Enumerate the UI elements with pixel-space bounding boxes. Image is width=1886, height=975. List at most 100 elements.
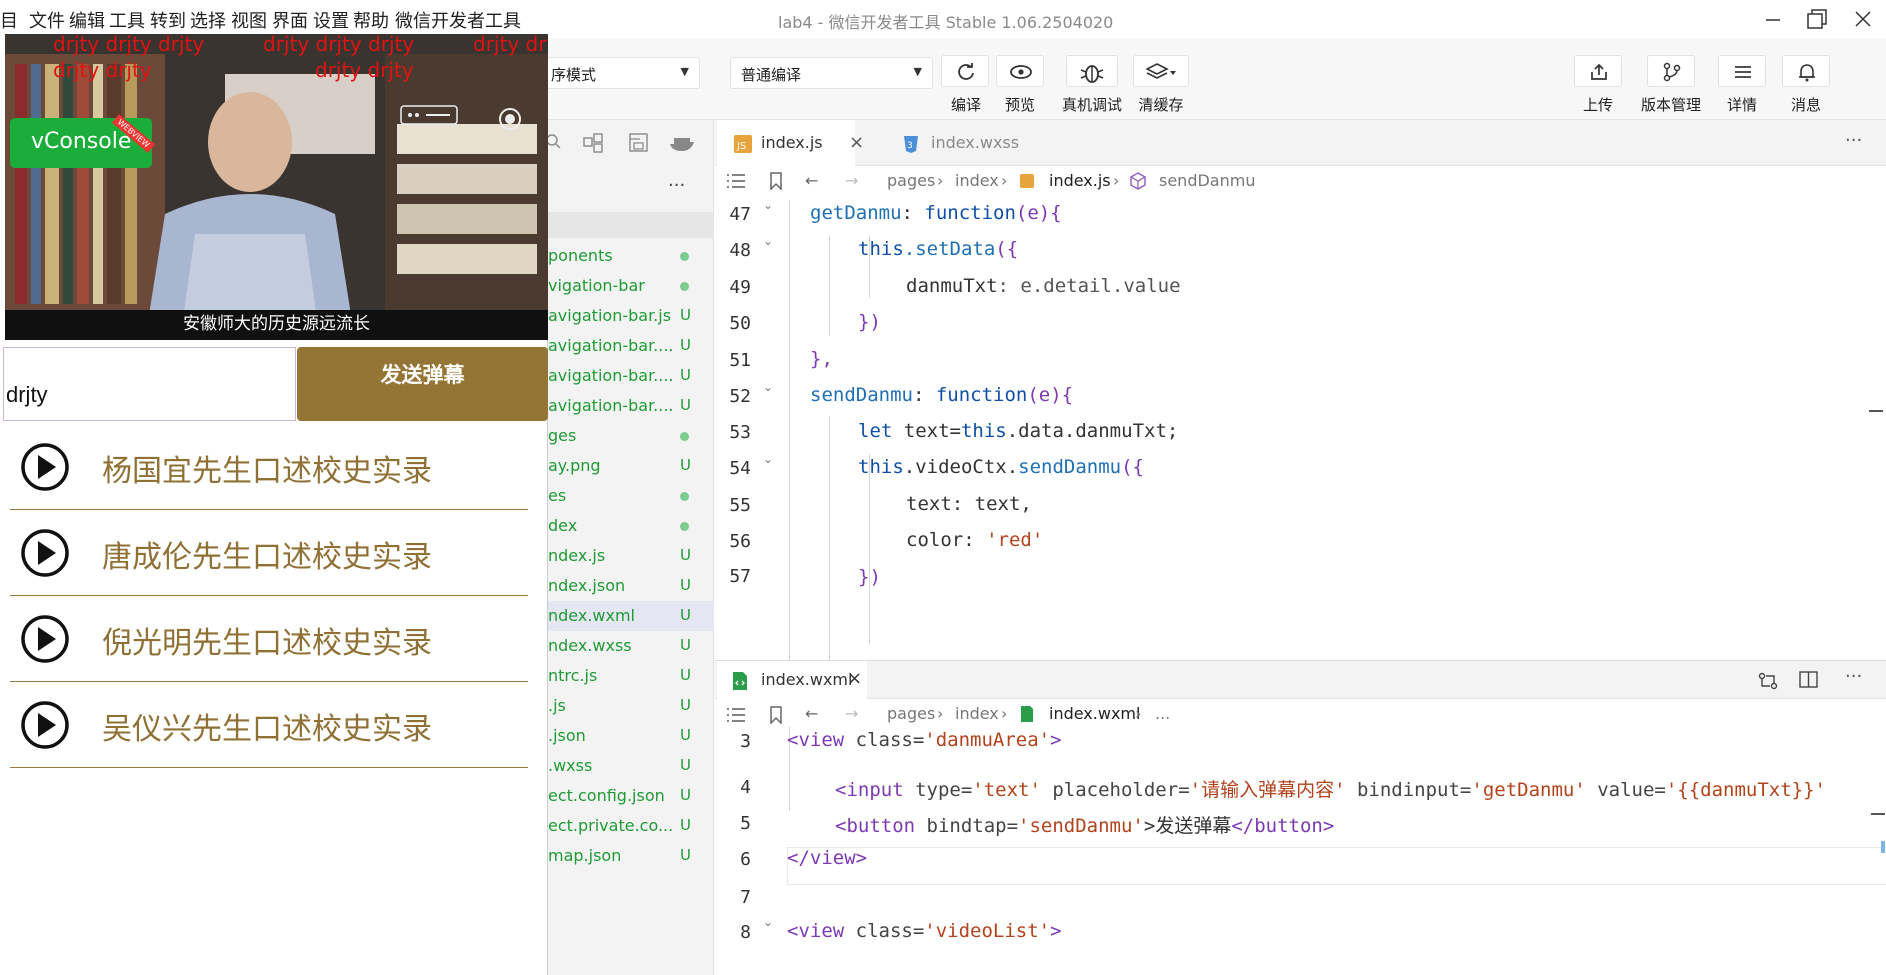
bookmark-icon[interactable] [769, 172, 783, 190]
fold-chevron-icon[interactable]: ⌄ [763, 198, 773, 212]
details-button[interactable] [1718, 55, 1766, 87]
close-tab-icon[interactable]: × [849, 132, 864, 153]
menu-item-interface[interactable]: 界面 [272, 7, 308, 33]
menu-item-help[interactable]: 帮助 [353, 7, 389, 33]
upload-button[interactable] [1574, 55, 1622, 87]
breadcrumb-item[interactable]: ... [1155, 704, 1170, 723]
file-item[interactable]: avigation-bar.... U [548, 391, 714, 421]
compile-mode-select[interactable]: 普通编译 ▼ [730, 57, 933, 89]
menu-item-project[interactable]: 目 [0, 7, 18, 33]
tab-index-wxss[interactable]: 3 index.wxss [887, 120, 1047, 166]
file-item[interactable]: ndex.js U [548, 541, 714, 571]
list-item[interactable]: 唐成伦先生口述校史实录 [10, 510, 528, 596]
breadcrumb-item[interactable]: index [955, 704, 999, 723]
minimize-button[interactable] [1752, 4, 1792, 34]
new-file-icon[interactable] [582, 132, 604, 154]
file-item[interactable]: ay.png U [548, 451, 714, 481]
file-item[interactable]: ndex.wxss U [548, 631, 714, 661]
fold-chevron-icon[interactable]: ⌄ [763, 234, 773, 248]
mode-select[interactable]: 序模式 ▼ [540, 57, 700, 89]
breadcrumb-item[interactable]: index.js [1049, 171, 1111, 190]
breadcrumb-item[interactable]: index.wxml [1049, 704, 1140, 723]
forward-arrow-icon[interactable]: → [845, 171, 858, 190]
video-player[interactable]: drjty drjty drjty drjty drjty drjty drjt… [5, 34, 548, 340]
tab-index-js[interactable]: JS index.js × [717, 120, 864, 166]
file-item[interactable]: avigation-bar.js U [548, 301, 714, 331]
file-item[interactable]: .json U [548, 721, 714, 751]
fold-chevron-icon[interactable]: ⌄ [763, 452, 773, 466]
menu-item-select[interactable]: 选择 [190, 7, 226, 33]
menu-item-goto[interactable]: 转到 [150, 7, 186, 33]
file-item[interactable]: es [548, 481, 714, 511]
scrollbar-marker[interactable] [1871, 813, 1885, 815]
close-tab-icon[interactable]: × [847, 668, 862, 689]
vconsole-button[interactable]: vConsole WEBVIEW [10, 114, 156, 168]
menu-item-view[interactable]: 视图 [231, 7, 267, 33]
danmu-toggle-icon[interactable] [400, 102, 460, 128]
breadcrumb-item[interactable]: index [955, 171, 999, 190]
file-item[interactable]: avigation-bar.... U [548, 361, 714, 391]
menu-item-tools[interactable]: 工具 [109, 7, 145, 33]
file-item[interactable]: avigation-bar.... U [548, 331, 714, 361]
forward-arrow-icon[interactable]: → [845, 704, 858, 723]
tab-index-wxml[interactable]: index.wxml × [717, 661, 867, 699]
compare-changes-icon[interactable] [1757, 671, 1779, 691]
editor-more-button[interactable]: ··· [1845, 666, 1862, 687]
scrollbar-marker[interactable] [1881, 841, 1885, 853]
back-arrow-icon[interactable]: ← [805, 171, 818, 190]
scrollbar-marker[interactable] [1869, 410, 1883, 412]
file-item[interactable]: ndex.wxml U [548, 601, 714, 631]
search-icon[interactable] [548, 132, 564, 152]
file-item[interactable]: .wxss U [548, 751, 714, 781]
back-arrow-icon[interactable]: ← [805, 704, 818, 723]
list-icon[interactable] [727, 707, 745, 723]
indent-guide [789, 200, 790, 660]
git-status-badge: U [680, 666, 691, 684]
fullscreen-icon[interactable] [497, 106, 523, 132]
menu-item-wechat-devtools[interactable]: 微信开发者工具 [395, 7, 521, 33]
editor-more-button[interactable]: ··· [1845, 130, 1862, 151]
preview-button[interactable] [996, 55, 1044, 87]
messages-button[interactable] [1782, 55, 1830, 87]
compile-button[interactable] [941, 55, 989, 87]
breadcrumb-item[interactable]: pages [887, 171, 935, 190]
list-item[interactable]: 吴仪兴先生口述校史实录 [10, 682, 528, 768]
version-control-button[interactable] [1647, 55, 1695, 87]
fold-chevron-icon[interactable]: ⌄ [763, 380, 773, 394]
breadcrumb-item[interactable]: pages [887, 704, 935, 723]
file-item[interactable]: vigation-bar [548, 271, 714, 301]
git-status-badge: U [680, 786, 691, 804]
list-icon[interactable] [727, 173, 745, 189]
caret-down-icon: ▼ [913, 65, 922, 78]
file-item[interactable]: .js U [548, 691, 714, 721]
list-item[interactable]: 倪光明先生口述校史实录 [10, 596, 528, 682]
close-window-button[interactable] [1842, 4, 1882, 34]
bell-icon [1799, 64, 1815, 82]
file-item[interactable]: map.json U [548, 841, 714, 871]
split-editor-icon[interactable] [1799, 671, 1819, 689]
remote-debug-button[interactable] [1066, 55, 1118, 87]
menu-item-file[interactable]: 文件 [29, 7, 65, 33]
save-icon[interactable] [628, 132, 650, 154]
send-danmu-button[interactable]: 发送弹幕 [297, 347, 548, 421]
bookmark-icon[interactable] [769, 706, 783, 724]
file-item[interactable]: ntrc.js U [548, 661, 714, 691]
upload-icon [1591, 63, 1607, 80]
breadcrumb-item[interactable]: sendDanmu [1159, 171, 1255, 190]
menu-item-settings[interactable]: 设置 [313, 7, 349, 33]
file-item[interactable]: ponents [548, 241, 714, 271]
danmu-input[interactable] [3, 347, 296, 421]
file-item[interactable]: dex [548, 511, 714, 541]
fold-chevron-icon[interactable]: ⌄ [763, 915, 773, 929]
clear-cache-button[interactable] [1133, 55, 1189, 87]
restore-button[interactable] [1796, 4, 1836, 34]
file-item[interactable]: ect.private.co... U [548, 811, 714, 841]
file-item[interactable]: ndex.json U [548, 571, 714, 601]
docker-icon[interactable] [668, 132, 696, 154]
details-label: 详情 [1726, 96, 1757, 114]
explorer-more-button[interactable]: ... [668, 170, 685, 191]
file-item[interactable]: ect.config.json U [548, 781, 714, 811]
file-item[interactable]: ges [548, 421, 714, 451]
list-item[interactable]: 杨国宜先生口述校史实录 [10, 424, 528, 510]
menu-item-edit[interactable]: 编辑 [69, 7, 105, 33]
